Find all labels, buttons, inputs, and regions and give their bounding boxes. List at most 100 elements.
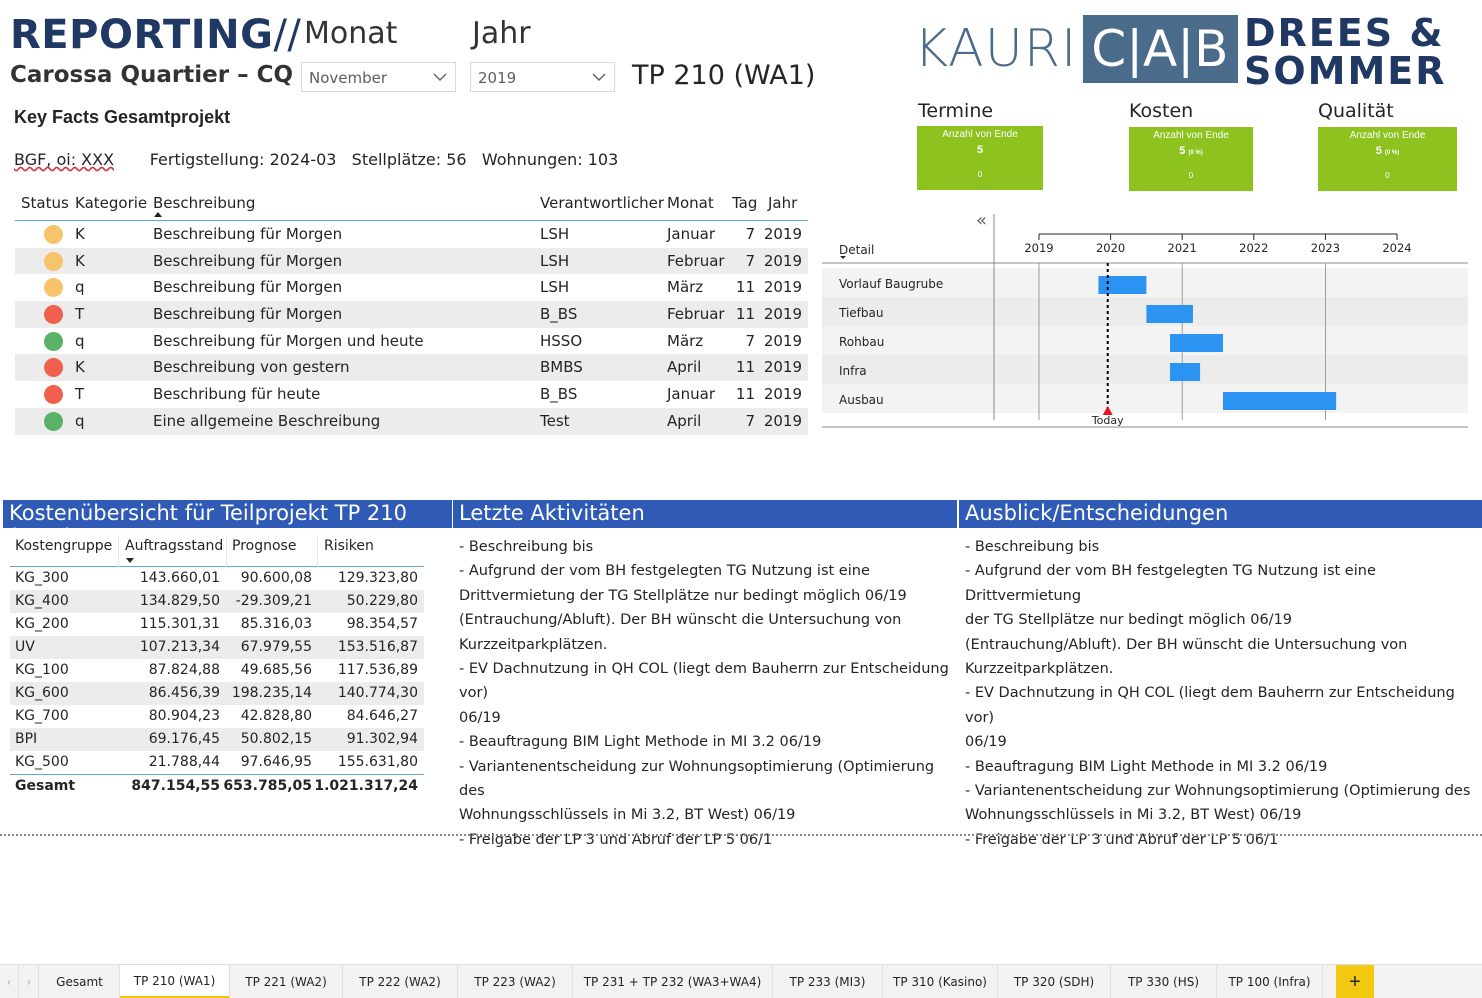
cell-tag: 7: [745, 251, 755, 270]
gantt-task-label: Ausbau: [839, 393, 884, 407]
month-dropdown[interactable]: November: [301, 62, 456, 92]
col-kategorie[interactable]: Kategorie: [75, 194, 147, 212]
task-rows: K Beschreibung für Morgen LSH Januar 7 2019 K B…: [15, 221, 808, 435]
total-label: Gesamt: [15, 778, 76, 794]
text-line: - Beschreibung bis: [965, 539, 1100, 555]
table-row[interactable]: q Beschreibung für Morgen LSH März 11 2019: [15, 274, 808, 301]
text-line: 06/19: [459, 709, 501, 726]
table-row[interactable]: KG_600 86.456,39 198.235,14 140.774,30: [10, 682, 424, 705]
cell-monat: März: [667, 278, 704, 297]
table-row[interactable]: KG_200 115.301,31 85.316,03 98.354,57: [10, 613, 424, 636]
table-row[interactable]: T Beschreibung für Morgen B_BS Februar 11 201…: [15, 301, 808, 328]
table-row[interactable]: UV 107.213,34 67.979,55 153.516,87: [10, 636, 424, 659]
gantt-bar[interactable]: [1146, 305, 1193, 323]
task-table-header: Status Kategorie Beschreibung Verantwort…: [15, 191, 808, 221]
status-dot: [44, 225, 63, 244]
cell-beschreibung: Beschreibung von gestern: [153, 358, 350, 377]
tab-page[interactable]: TP 330 (HS): [1111, 965, 1217, 998]
cell-kategorie: q: [75, 278, 85, 297]
cell-jahr: 2019: [763, 411, 802, 430]
gantt-year-label: 2022: [1239, 241, 1268, 255]
kpi-caption: Anzahl von Ende: [1349, 130, 1426, 141]
kpi-termine-card[interactable]: Anzahl von Ende 5 0: [917, 126, 1043, 190]
cell-risiken: 155.631,80: [337, 754, 418, 770]
table-row[interactable]: KG_300 143.660,01 90.600,08 129.323,80: [10, 567, 424, 590]
year-dropdown[interactable]: 2019: [470, 62, 615, 92]
col-risiken[interactable]: Risiken: [324, 538, 374, 554]
table-row[interactable]: K Beschreibung von gestern BMBS April 11 2019: [15, 354, 808, 382]
cell-risiken: 84.646,27: [346, 708, 418, 724]
gantt-bar[interactable]: [1170, 334, 1224, 352]
cell-risiken: 98.354,57: [346, 616, 418, 632]
cell-prognose: 50.802,15: [240, 731, 312, 747]
gantt-year-label: 2023: [1311, 241, 1340, 255]
tab-page[interactable]: TP 100 (Infra): [1217, 965, 1323, 998]
table-row[interactable]: KG_400 134.829,50 -29.309,21 50.229,80: [10, 590, 424, 613]
text-line: - Freigabe der LP 3 und Abruf der LP 5 0…: [965, 831, 1279, 848]
cell-jahr: 2019: [763, 305, 802, 324]
col-beschreibung[interactable]: Beschreibung: [153, 194, 255, 212]
text-line: der TG Stellplätze nur bedingt möglich 0…: [965, 612, 1293, 629]
table-row[interactable]: q Beschreibung für Morgen und heute HSSO Mä…: [15, 328, 808, 355]
col-verantwortlicher[interactable]: Verantwortlicher: [540, 194, 664, 212]
gantt-svg: « Detail 2019 2020 2021 2022 2023 2024 Vorlauf B…: [822, 210, 1468, 428]
collapse-icon[interactable]: «: [976, 210, 987, 231]
tab-prev-icon[interactable]: ‹: [0, 965, 19, 998]
tab-page[interactable]: TP 223 (WA2): [458, 965, 573, 998]
tab-page[interactable]: TP 222 (WA2): [343, 965, 458, 998]
kpi-qualitaet-title: Qualität: [1318, 100, 1394, 122]
tab-page[interactable]: TP 221 (WA2): [230, 965, 343, 998]
gantt-bar[interactable]: [1223, 392, 1337, 410]
tab-page[interactable]: Gesamt: [40, 965, 120, 998]
tab-page[interactable]: TP 233 (MI3): [773, 965, 883, 998]
cell-beschreibung: Beschreibung für Morgen: [153, 278, 343, 297]
page-tab-bar: ‹ › Gesamt TP 210 (WA1) TP 221 (WA2) TP 222…: [0, 964, 1482, 998]
cell-beschreibung: Beschreibung für Morgen und heute: [153, 331, 424, 350]
table-row[interactable]: KG_100 87.824,88 49.685,56 117.536,89: [10, 659, 424, 682]
tab-page[interactable]: TP 320 (SDH): [998, 965, 1111, 998]
gantt-chart: « Detail 2019 2020 2021 2022 2023 2024 Vorlauf B…: [822, 210, 1468, 430]
gantt-bar[interactable]: [1170, 363, 1201, 381]
col-prognose[interactable]: Prognose: [232, 538, 296, 554]
tab-next-icon[interactable]: ›: [20, 965, 39, 998]
tab-page[interactable]: TP 310 (Kasino): [883, 965, 998, 998]
cell-risiken: 91.302,94: [346, 731, 418, 747]
tab-page[interactable]: TP 210 (WA1): [120, 965, 230, 998]
table-row[interactable]: K Beschreibung für Morgen LSH Februar 7 2019: [15, 247, 808, 275]
text-line: - Freigabe der LP 3 und Abruf der LP 5 0…: [459, 831, 773, 848]
gantt-year-label: 2019: [1024, 241, 1053, 255]
col-kostengruppe[interactable]: Kostengruppe: [15, 538, 112, 554]
kpi-qualitaet-card[interactable]: Anzahl von Ende 5 (0 %) 0: [1318, 127, 1457, 191]
cell-prognose: -29.309,21: [235, 593, 312, 609]
cell-kategorie: q: [75, 331, 85, 350]
table-row[interactable]: T Beschribung für heute B_BS Januar 11 2019: [15, 381, 808, 408]
kpi-footer: 0: [1188, 171, 1194, 180]
table-row[interactable]: BPI 69.176,45 50.802,15 91.302,94: [10, 728, 424, 751]
table-row[interactable]: KG_700 80.904,23 42.828,80 84.646,27: [10, 705, 424, 728]
text-line: Kurzzeitparkplätzen.: [965, 661, 1114, 678]
table-row[interactable]: K Beschreibung für Morgen LSH Januar 7 2019: [15, 221, 808, 248]
kpi-footer: 0: [1385, 171, 1390, 180]
text-line: - Beauftragung BIM Light Methode in MI 3…: [965, 758, 1328, 775]
col-auftragsstand[interactable]: Auftragsstand: [125, 538, 223, 554]
cell-kostengruppe: KG_600: [15, 685, 69, 701]
add-page-button[interactable]: +: [1336, 965, 1374, 998]
cell-monat: Februar: [667, 251, 725, 270]
cell-jahr: 2019: [763, 225, 802, 243]
text-line: Kurzzeitparkplätzen.: [459, 636, 608, 653]
table-row[interactable]: KG_500 21.788,44 97.646,95 155.631,80: [10, 751, 424, 774]
outlook-header: Ausblick/Entscheidungen: [959, 500, 1482, 528]
cell-prognose: 49.685,56: [240, 662, 312, 678]
col-jahr[interactable]: Jahr: [768, 194, 797, 212]
col-tag[interactable]: Tag: [732, 194, 757, 212]
tab-page[interactable]: TP 231 + TP 232 (WA3+WA4): [573, 965, 773, 998]
kpi-value: 5: [976, 144, 984, 156]
col-status[interactable]: Status: [21, 194, 69, 212]
kpi-kosten-card[interactable]: Anzahl von Ende 5 (0 %) 0: [1129, 127, 1253, 191]
cell-monat: Januar: [667, 225, 715, 243]
gantt-bar[interactable]: [1098, 276, 1147, 294]
cell-jahr: 2019: [763, 331, 802, 350]
table-row[interactable]: q Eine allgemeine Beschreibung Test April 7 2…: [15, 407, 808, 435]
key-facts-title: Key Facts Gesamtprojekt: [14, 107, 231, 127]
col-monat[interactable]: Monat: [667, 194, 714, 212]
